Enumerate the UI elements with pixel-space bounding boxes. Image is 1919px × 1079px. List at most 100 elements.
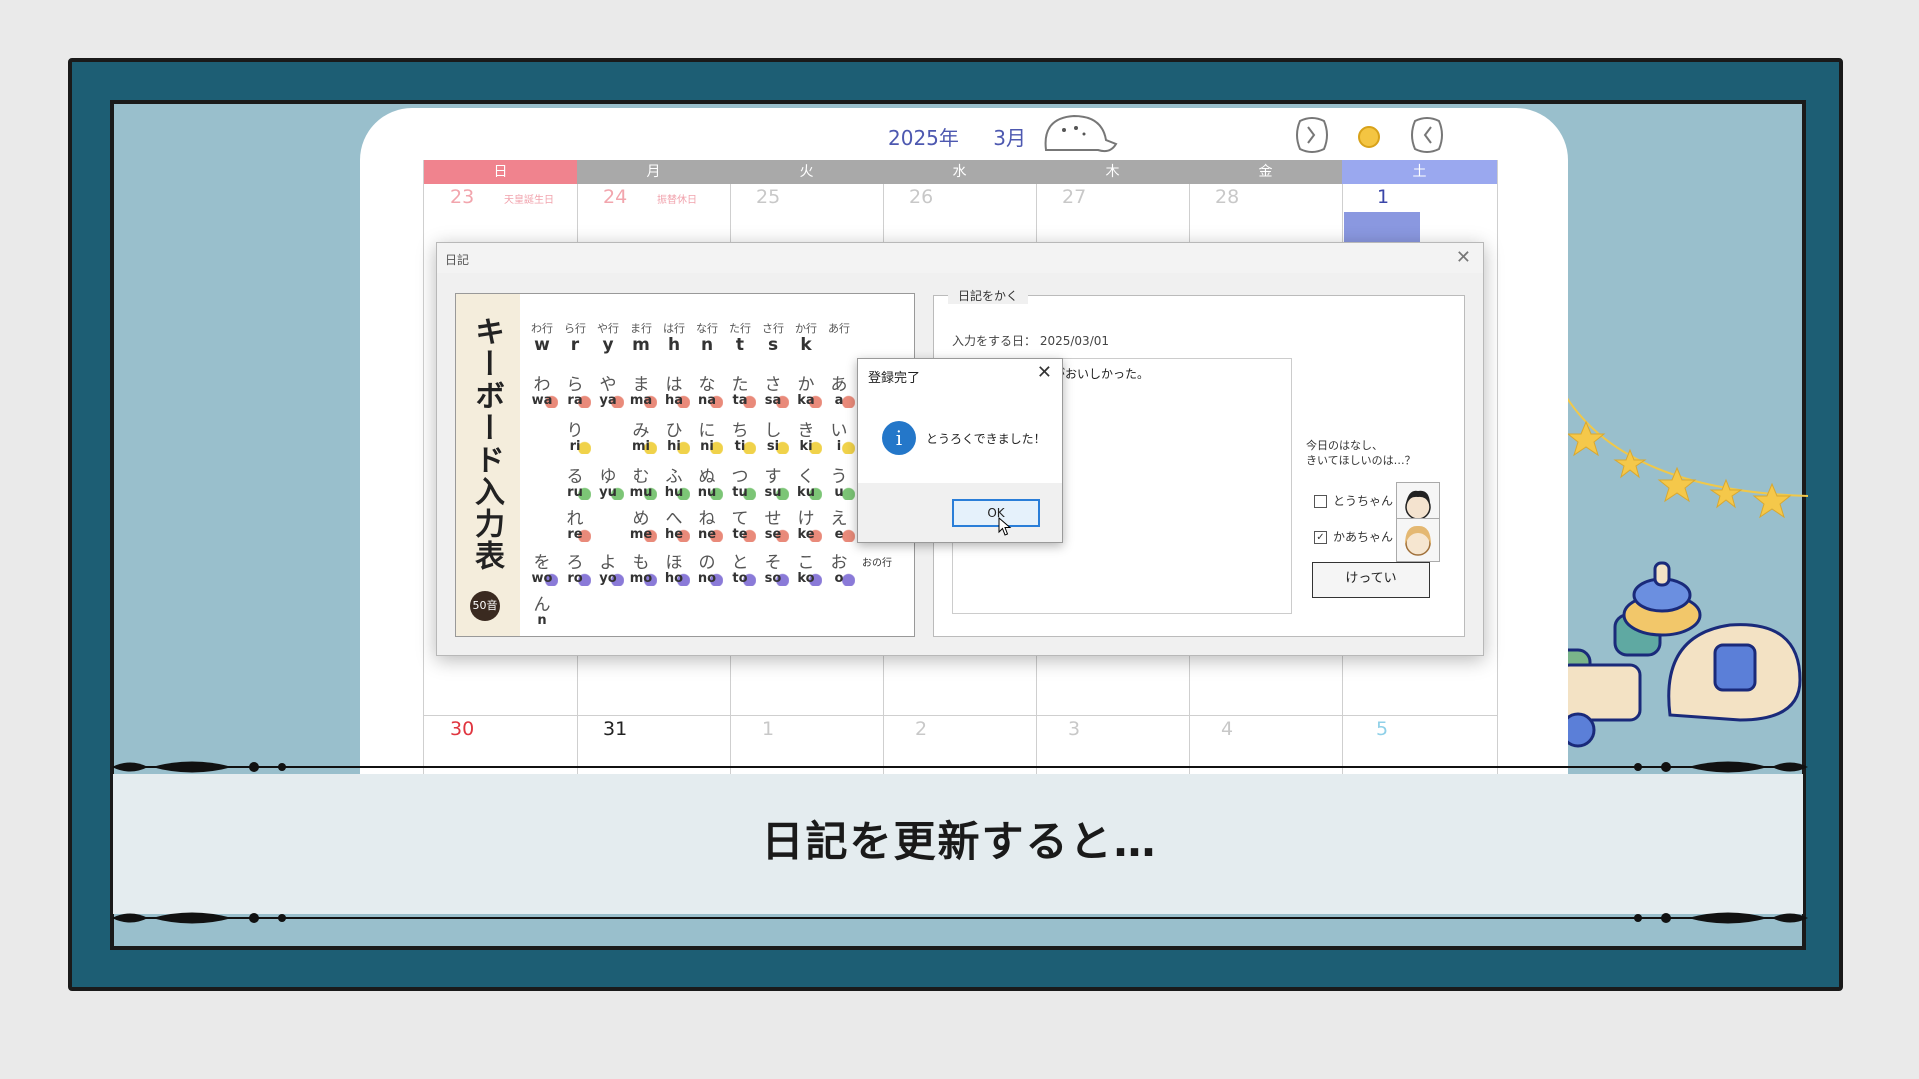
close-icon[interactable]: ✕ [1037, 362, 1052, 383]
kana-char: る [566, 467, 584, 487]
holiday-label: 天皇誕生日 [504, 195, 554, 206]
weekday-sat: 土 [1342, 160, 1497, 184]
date-cell[interactable]: 28 [1215, 186, 1239, 208]
kana-key: の no [691, 554, 723, 586]
kana-romaji: si [757, 440, 789, 454]
consonant-roma: m [632, 335, 650, 355]
kana-romaji: ri [559, 440, 591, 454]
date-cell[interactable]: 3 [1068, 718, 1080, 740]
kana-key: ら ra [559, 376, 591, 408]
date-cell[interactable]: 5 [1376, 718, 1388, 740]
kana-key: て te [724, 510, 756, 542]
date-cell[interactable]: 4 [1221, 718, 1233, 740]
consonant-key: た行 t [724, 320, 756, 354]
kana-romaji: so [757, 572, 789, 586]
person-row-father[interactable]: とうちゃん [1314, 492, 1393, 509]
person-row-mother[interactable]: ✓ かあちゃん [1314, 528, 1393, 545]
kana-romaji: se [757, 528, 789, 542]
star-garland-decoration [1561, 389, 1809, 519]
kana-char: ら [566, 375, 584, 395]
date-cell[interactable]: 23 [450, 186, 474, 208]
date-cell[interactable]: 31 [603, 718, 627, 740]
mouse-cursor-icon [998, 517, 1012, 536]
dialog-title: 登録完了 [868, 371, 921, 386]
date-cell[interactable]: 30 [450, 718, 474, 740]
kana-key: り ri [559, 422, 591, 454]
consonant-key: ら行 r [559, 320, 591, 354]
kana-key: は ha [658, 376, 690, 408]
consonant-kana: あ行 [828, 322, 850, 335]
date-cell[interactable]: 1 [762, 718, 774, 740]
kana-romaji: ro [559, 572, 591, 586]
kana-key: み mi [625, 422, 657, 454]
next-month-button[interactable] [1405, 113, 1449, 157]
kana-key: ま ma [625, 376, 657, 408]
kana-key: ほ ho [658, 554, 690, 586]
date-cell[interactable]: 24 [603, 186, 627, 208]
kana-char: め [632, 509, 650, 529]
registration-dialog: 登録完了 ✕ i とうろくできました！ OK [857, 358, 1063, 543]
kana-romaji: yo [592, 572, 624, 586]
kana-romaji: na [691, 394, 723, 408]
kana-key: ね ne [691, 510, 723, 542]
date-cell[interactable]: 26 [909, 186, 933, 208]
weekday-tue: 火 [730, 160, 883, 184]
kana-char: れ [566, 509, 584, 529]
kana-char: そ [764, 553, 782, 573]
kana-key: あa [823, 376, 855, 408]
selected-day-marker [1344, 212, 1420, 244]
date-cell[interactable]: 27 [1062, 186, 1086, 208]
kana-key: れ re [559, 510, 591, 542]
kana-char: ゆ [599, 467, 617, 487]
dialog-message: とうろくできました！ [926, 432, 1046, 446]
kana-romaji: mo [625, 572, 657, 586]
ornament-left-top [112, 761, 286, 773]
today-sun-icon[interactable] [1354, 122, 1384, 152]
kana-key: ろ ro [559, 554, 591, 586]
kana-romaji: ra [559, 394, 591, 408]
date-cell[interactable]: 2 [915, 718, 927, 740]
kana-key: め me [625, 510, 657, 542]
entry-date: 入力をする日： 2025/03/01 [952, 332, 1109, 349]
checkbox-father[interactable] [1314, 495, 1327, 508]
year-label: 2025年 [888, 126, 959, 150]
kana-romaji: mu [625, 486, 657, 500]
kana-char: や [599, 375, 617, 395]
kana-romaji: ki [790, 440, 822, 454]
ok-button[interactable]: OK [952, 499, 1040, 527]
info-icon: i [882, 421, 916, 455]
consonant-roma: y [602, 335, 614, 355]
kana-key: おo [823, 554, 855, 586]
kana-romaji: wo [526, 572, 558, 586]
kana-char: は [665, 375, 683, 395]
kana-key: に ni [691, 422, 723, 454]
kana-char: ま [632, 375, 650, 395]
kana-romaji: n [526, 614, 558, 628]
decide-button[interactable]: けってい [1312, 562, 1430, 598]
o-row-label: おの行 [862, 558, 892, 569]
mother-avatar [1396, 518, 1440, 562]
kana-key: や ya [592, 376, 624, 408]
gojuon-badge: 50音 [470, 591, 500, 621]
checkbox-mother[interactable]: ✓ [1314, 531, 1327, 544]
kana-romaji: me [625, 528, 657, 542]
kana-char: ふ [665, 467, 683, 487]
kana-romaji: no [691, 572, 723, 586]
listener-question-line2: きいてほしいのは…？ [1306, 454, 1416, 467]
consonant-key: か行 k [790, 320, 822, 354]
kana-key: も mo [625, 554, 657, 586]
kana-romaji: wa [526, 394, 558, 408]
consonant-key: は行 h [658, 320, 690, 354]
consonant-key: や行 y [592, 320, 624, 355]
kana-key: た ta [724, 376, 756, 408]
kana-romaji: ho [658, 572, 690, 586]
date-cell[interactable]: 25 [756, 186, 780, 208]
kana-char: み [632, 421, 650, 441]
kana-char: よ [599, 553, 617, 573]
person-father-label: とうちゃん [1333, 494, 1394, 508]
prev-month-button[interactable] [1290, 113, 1334, 157]
date-cell[interactable]: 1 [1377, 186, 1389, 208]
close-icon[interactable]: ✕ [1456, 247, 1471, 268]
kana-char: こ [797, 553, 815, 573]
kana-romaji: su [757, 486, 789, 500]
